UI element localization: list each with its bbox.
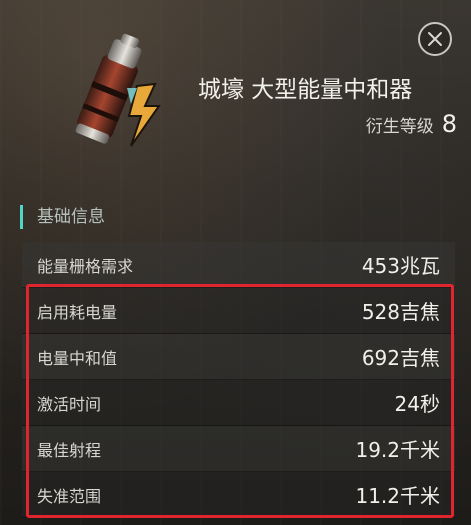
stat-row: 失准范围 11.2千米 [22,472,455,518]
stat-row: 能量栅格需求 453兆瓦 [22,242,455,288]
stat-label: 失准范围 [37,486,102,506]
close-button[interactable] [418,22,452,56]
stat-value: 19.2千米 [355,438,440,462]
stat-row: 电量中和值 692吉焦 [22,334,455,380]
stat-label: 最佳射程 [37,440,102,460]
item-title: 城壕 大型能量中和器 [198,77,413,103]
stat-label: 激活时间 [37,394,102,414]
stat-label: 能量栅格需求 [37,256,134,276]
meta-level-label: 衍生等级 [365,117,434,137]
stat-label: 启用耗电量 [37,302,118,322]
section-header: 基础信息 [20,205,105,229]
stat-value: 24秒 [394,392,440,416]
stat-value: 11.2千米 [355,484,440,508]
stat-row: 启用耗电量 528吉焦 [22,288,455,334]
close-icon [428,32,442,46]
meta-level-value: 8 [441,110,457,138]
stat-label: 电量中和值 [37,348,118,368]
energy-battery-icon [75,33,161,147]
stat-row: 最佳射程 19.2千米 [22,426,455,472]
stat-value: 528吉焦 [361,300,440,324]
meta-level: 衍生等级 8 [366,110,457,138]
stat-row: 激活时间 24秒 [22,380,455,426]
stats-table: 能量栅格需求 453兆瓦 启用耗电量 528吉焦 电量中和值 692吉焦 激活时… [22,242,455,518]
stat-value: 453兆瓦 [361,254,440,278]
stat-value: 692吉焦 [361,346,440,370]
